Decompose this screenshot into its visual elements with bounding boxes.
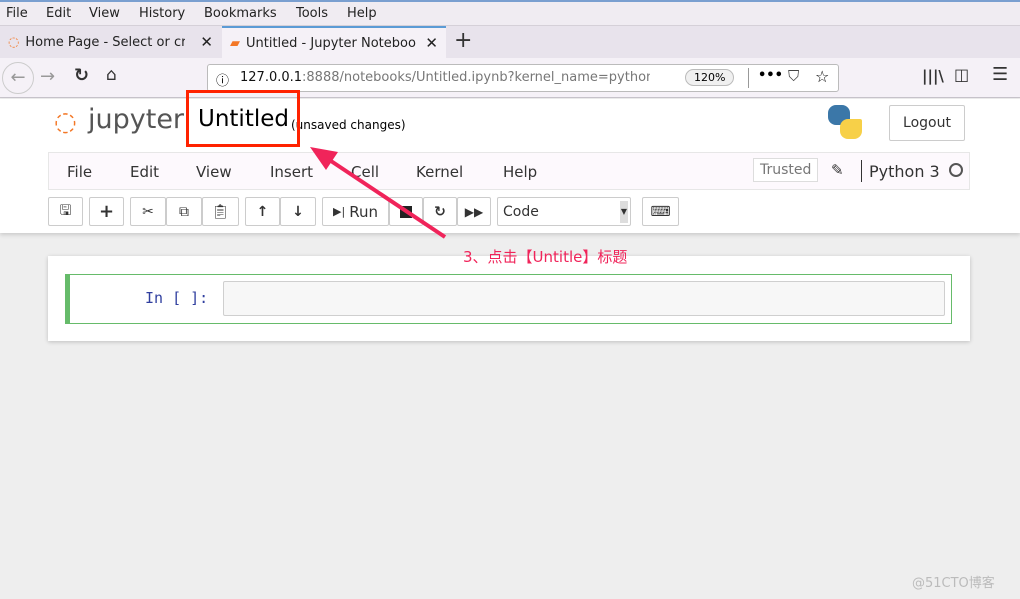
arrow-shaft xyxy=(323,155,447,239)
arrow-head xyxy=(310,147,338,170)
annotation-text: 3、点击【Untitle】标题 xyxy=(463,248,628,266)
watermark: @51CTO博客 xyxy=(912,576,995,591)
annotation-arrow xyxy=(310,147,447,239)
